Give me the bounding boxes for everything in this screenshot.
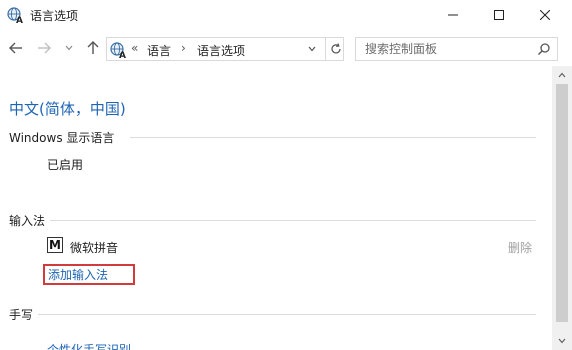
close-icon <box>540 10 550 20</box>
chevron-up-icon <box>558 72 566 78</box>
search-input[interactable] <box>356 38 531 60</box>
arrow-left-icon <box>9 42 22 54</box>
arrow-up-icon <box>87 41 99 54</box>
breadcrumb-language-options[interactable]: 语言选项 <box>197 42 245 59</box>
handwriting-heading: 手写 <box>9 308 34 322</box>
scrollbar-thumb[interactable] <box>556 84 568 322</box>
refresh-icon <box>330 43 341 54</box>
chevron-down-icon <box>558 338 566 344</box>
microsoft-pinyin-icon: M <box>47 237 63 253</box>
delete-input-method-link[interactable]: 删除 <box>508 239 532 256</box>
navigation-bar: A « 语言 › 语言选项 <box>0 30 572 66</box>
close-button[interactable] <box>522 0 568 30</box>
recent-locations-button[interactable] <box>62 38 76 58</box>
up-button[interactable] <box>84 38 102 58</box>
title-bar: A 语言选项 <box>0 0 572 30</box>
address-overflow-button[interactable]: « <box>131 41 138 55</box>
back-button[interactable] <box>6 38 26 58</box>
scroll-down-button[interactable] <box>552 332 572 350</box>
add-input-method-label: 添加输入法 <box>48 268 109 282</box>
vertical-scrollbar[interactable] <box>552 66 572 350</box>
breadcrumb-separator[interactable]: › <box>181 41 186 55</box>
language-title: 中文(简体，中国) <box>9 100 126 118</box>
search-box[interactable] <box>355 37 558 61</box>
section-divider <box>130 137 536 138</box>
address-dropdown-button[interactable] <box>305 42 319 56</box>
section-divider <box>38 314 536 315</box>
display-language-status: 已启用 <box>47 158 84 172</box>
window-title: 语言选项 <box>30 9 79 23</box>
language-globe-icon: A <box>7 7 23 24</box>
personalize-handwriting-link[interactable]: 个性化手写识别 <box>47 341 131 350</box>
chevron-down-icon <box>308 46 316 52</box>
section-divider <box>50 220 536 221</box>
breadcrumb-language[interactable]: 语言 <box>147 42 171 59</box>
maximize-icon <box>494 10 504 20</box>
refresh-button[interactable] <box>325 38 345 60</box>
forward-button[interactable] <box>34 38 54 58</box>
minimize-button[interactable] <box>430 0 476 30</box>
add-input-method-link[interactable]: 添加输入法 <box>43 264 135 285</box>
input-method-label: 微软拼音 <box>70 241 119 255</box>
maximize-button[interactable] <box>476 0 522 30</box>
input-method-heading: 输入法 <box>9 214 46 228</box>
display-language-heading: Windows 显示语言 <box>9 131 115 145</box>
language-globe-icon: A <box>110 42 126 59</box>
minimize-icon <box>448 14 458 16</box>
arrow-right-icon <box>38 42 51 54</box>
svg-text:A: A <box>16 16 23 24</box>
address-bar[interactable]: A « 语言 › 语言选项 <box>106 37 344 61</box>
scroll-up-button[interactable] <box>552 66 572 84</box>
search-icon <box>538 43 550 55</box>
main-content: 中文(简体，中国) Windows 显示语言 已启用 输入法 M 微软拼音 删除… <box>0 66 552 350</box>
svg-text:A: A <box>119 51 126 59</box>
chevron-down-icon <box>65 45 73 51</box>
